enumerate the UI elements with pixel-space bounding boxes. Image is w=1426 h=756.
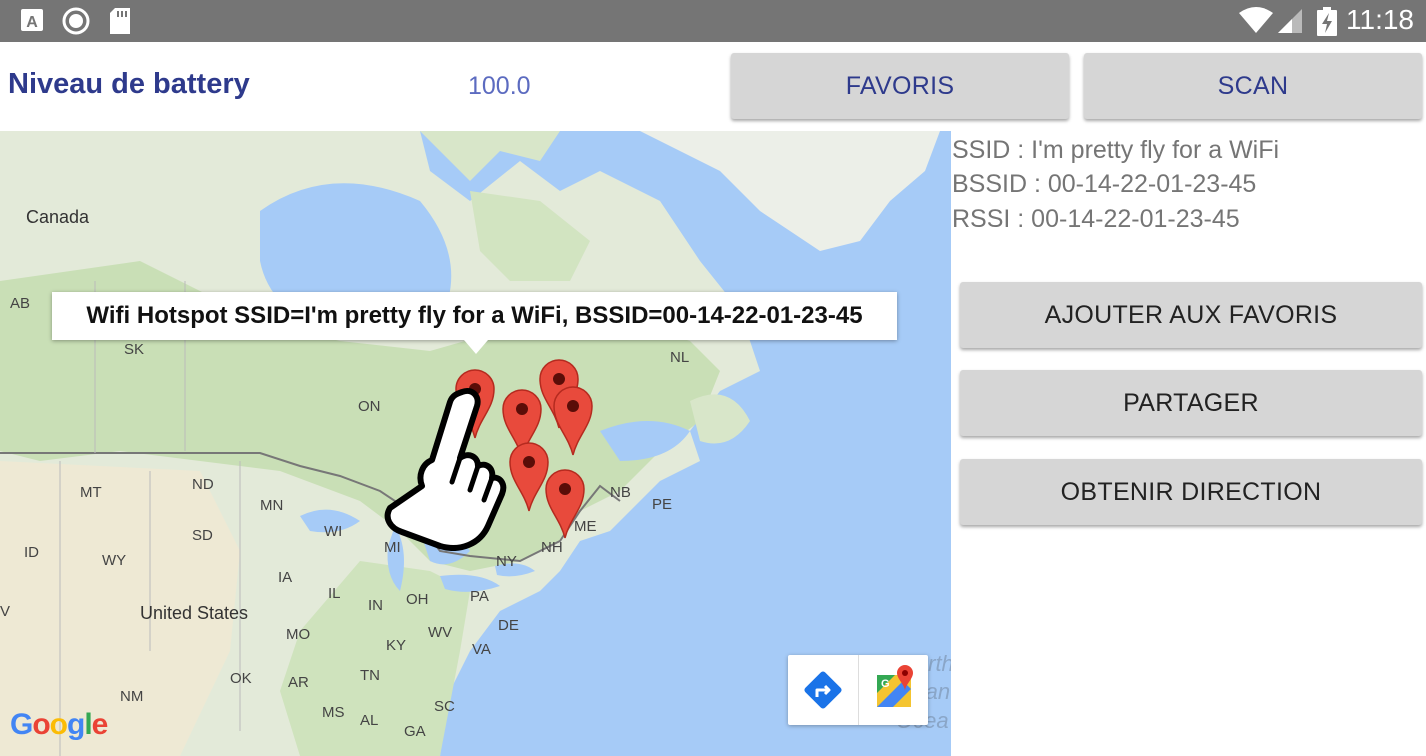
map-label-nh: NH: [541, 539, 563, 556]
map-label-oh: OH: [406, 591, 429, 608]
marker-info-window[interactable]: Wifi Hotspot SSID=I'm pretty fly for a W…: [52, 292, 897, 340]
marker-info-window-tail: [464, 340, 488, 354]
map-label-v: V: [0, 603, 11, 620]
map-toolbar: G: [788, 655, 928, 725]
map-label-al: AL: [360, 712, 379, 729]
rssi-text: RSSI : 00-14-22-01-23-45: [952, 205, 1240, 233]
map-label-il: IL: [328, 585, 341, 602]
map-label-ms: MS: [322, 704, 345, 721]
circle-icon: [62, 7, 90, 40]
clock: 11:18: [1346, 4, 1414, 35]
map-marker[interactable]: [552, 385, 594, 457]
get-directions-button[interactable]: OBTENIR DIRECTION: [960, 459, 1422, 525]
map-label-ok: OK: [230, 670, 252, 687]
map-label-sk: SK: [124, 341, 145, 358]
map-label-nm: NM: [120, 688, 144, 705]
map-label-mo: MO: [286, 626, 311, 643]
map-label-united-states: United States: [140, 603, 249, 623]
svg-text:A: A: [26, 14, 38, 31]
map-label-pe: PE: [652, 496, 673, 513]
directions-icon[interactable]: [788, 655, 858, 725]
bssid-text: BSSID : 00-14-22-01-23-45: [952, 170, 1257, 198]
map-label-tn: TN: [360, 667, 380, 684]
status-bar: A 11:18: [0, 0, 1426, 42]
map-marker[interactable]: [544, 468, 586, 540]
map-label-mt: MT: [80, 484, 102, 501]
google-logo: Google: [10, 708, 108, 741]
battery-value: 100.0: [468, 72, 531, 100]
map-label-in: IN: [368, 597, 383, 614]
map-label-mn: MN: [260, 497, 284, 514]
map-label-nb: NB: [610, 484, 631, 501]
map-label-sc: SC: [434, 698, 455, 715]
map-label-nd: ND: [192, 476, 214, 493]
map-label-ab: AB: [10, 295, 31, 312]
map-label-ar: AR: [288, 674, 309, 691]
sd-card-icon: [108, 7, 132, 40]
map-label-ia: IA: [278, 569, 293, 586]
scan-button[interactable]: SCAN: [1084, 53, 1422, 119]
map-label-de: DE: [498, 617, 519, 634]
favoris-button[interactable]: FAVORIS: [731, 53, 1069, 119]
map-label-sd: SD: [192, 527, 213, 544]
map-label-va: VA: [472, 641, 491, 658]
map-label-id: ID: [24, 544, 39, 561]
map-label-wv: WV: [428, 624, 453, 641]
map-label-ky: KY: [386, 637, 407, 654]
map-label-nl: NL: [670, 349, 690, 366]
battery-label: Niveau de battery: [8, 68, 250, 100]
map-label-on: ON: [358, 398, 381, 415]
map-label-wi: WI: [324, 523, 343, 540]
svg-text:G: G: [881, 678, 890, 690]
pointer-hand-icon: [384, 388, 507, 551]
map-label-ga: GA: [404, 723, 426, 740]
map-label-ny: NY: [496, 553, 517, 570]
add-favorites-button[interactable]: AJOUTER AUX FAVORIS: [960, 282, 1422, 348]
wifi-icon: [1238, 7, 1274, 40]
map-view[interactable]: Canada AB SK ON NL MT ND MN WI MI SD ID …: [0, 131, 951, 756]
text-a-icon: A: [20, 7, 44, 38]
battery-charging-icon: [1316, 7, 1338, 42]
map-label-wy: WY: [102, 552, 127, 569]
share-button[interactable]: PARTAGER: [960, 370, 1422, 436]
map-label-pa: PA: [470, 588, 489, 605]
ssid-text: SSID : I'm pretty fly for a WiFi: [952, 136, 1280, 164]
map-label-canada: Canada: [26, 207, 90, 227]
signal-icon: [1276, 7, 1304, 40]
google-maps-icon[interactable]: G: [858, 655, 929, 725]
